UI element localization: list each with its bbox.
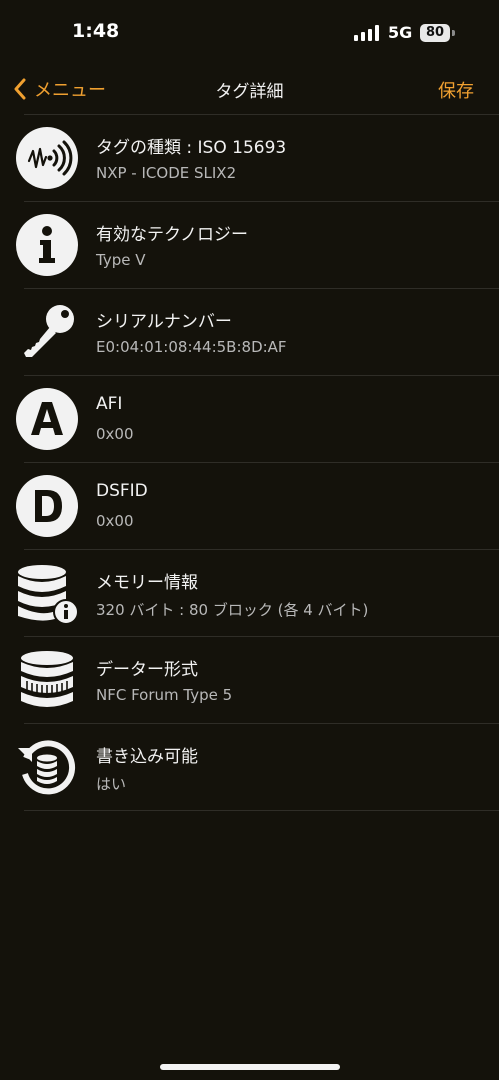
cellular-signal-icon (354, 25, 379, 41)
row-title: メモリー情報 (96, 573, 198, 593)
list-item-technology: 有効なテクノロジー Type V (16, 202, 499, 289)
tag-detail-list: タグの種類 : ISO 15693 NXP - ICODE SLIX2 有効なテ… (0, 114, 499, 811)
row-value: はい (96, 775, 127, 793)
status-bar: 1:48 5G 80 (0, 0, 499, 60)
letter-d-icon (16, 475, 78, 537)
database-info-icon (18, 565, 78, 624)
key-icon (24, 305, 74, 357)
coin-stack-icon (21, 651, 73, 707)
list-item-dsfid: DSFID 0x00 (16, 463, 499, 550)
network-type: 5G (388, 23, 413, 42)
home-indicator[interactable] (160, 1064, 340, 1070)
navigation-bar: メニュー タグ詳細 保存 (0, 60, 499, 116)
info-icon (16, 214, 78, 276)
row-value: Type V (96, 251, 146, 269)
save-button[interactable]: 保存 (438, 77, 474, 103)
row-value: 0x00 (96, 512, 134, 530)
list-item-afi: AFI 0x00 (16, 376, 499, 463)
row-title: 書き込み可能 (96, 747, 198, 767)
row-title: DSFID (96, 481, 148, 501)
row-title: シリアルナンバー (96, 312, 232, 332)
row-value: E0:04:01:08:44:5B:8D:AF (96, 338, 287, 356)
nfc-wave-icon (16, 127, 78, 189)
list-item-memory-info: メモリー情報 320 バイト : 80 ブロック (各 4 バイト) (18, 550, 499, 637)
row-title: データー形式 (96, 660, 198, 680)
list-item-serial-number: シリアルナンバー E0:04:01:08:44:5B:8D:AF (24, 289, 499, 376)
row-value: NFC Forum Type 5 (96, 686, 233, 704)
row-value: 0x00 (96, 425, 134, 443)
row-value: NXP - ICODE SLIX2 (96, 164, 237, 182)
row-value: 320 バイト : 80 ブロック (各 4 バイト) (96, 601, 369, 619)
battery-cap (452, 30, 455, 36)
list-item-writable: 書き込み可能 はい (18, 724, 499, 811)
row-title: タグの種類 : ISO 15693 (96, 138, 287, 158)
list-item-data-format: データー形式 NFC Forum Type 5 (21, 637, 499, 724)
list-item-tag-type: タグの種類 : ISO 15693 NXP - ICODE SLIX2 (16, 115, 499, 202)
page-title: タグ詳細 (215, 82, 284, 102)
battery-icon: 80 (420, 24, 450, 42)
letter-a-icon (16, 388, 78, 450)
row-title: AFI (96, 394, 123, 414)
database-refresh-icon (18, 740, 76, 795)
status-time: 1:48 (72, 20, 120, 42)
row-title: 有効なテクノロジー (96, 225, 248, 245)
